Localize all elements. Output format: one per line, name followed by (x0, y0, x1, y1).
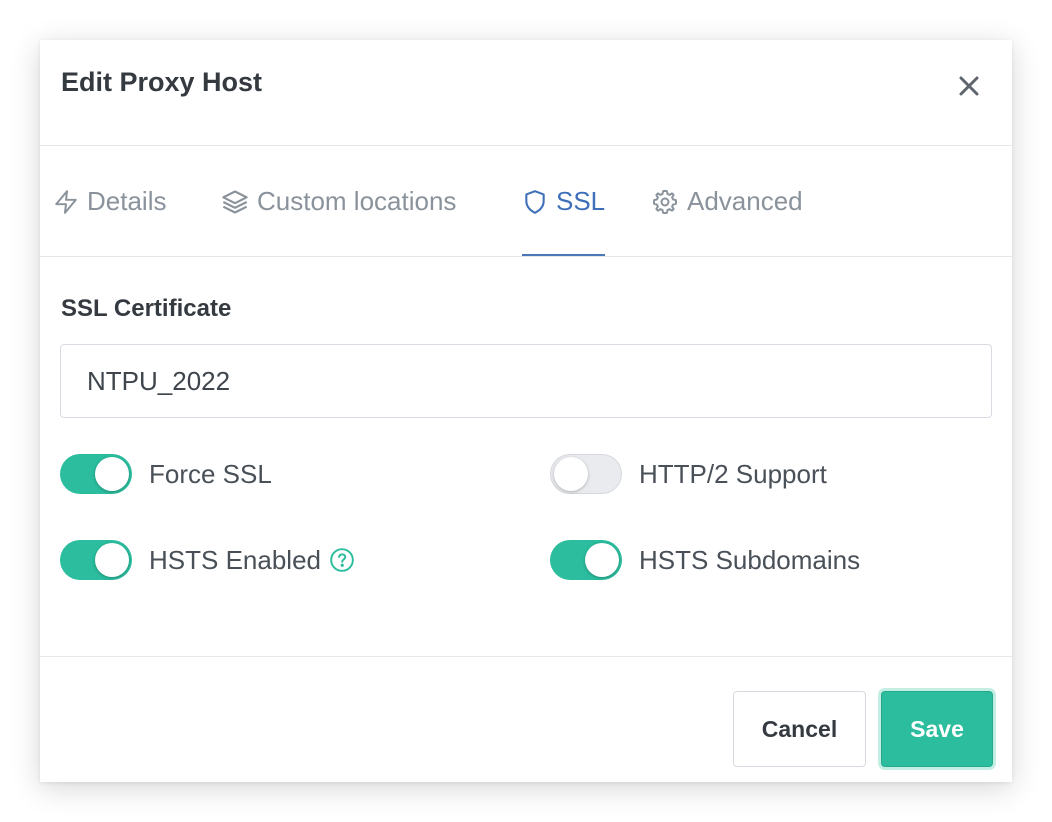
hsts-subdomains-switch[interactable] (550, 540, 622, 580)
close-button[interactable] (954, 71, 984, 101)
lightning-icon (55, 189, 77, 214)
switch-knob (95, 457, 129, 491)
http2-support-switch[interactable] (550, 454, 622, 494)
cancel-button[interactable]: Cancel (733, 691, 866, 767)
gear-icon (652, 189, 678, 214)
tab-advanced[interactable]: Advanced (651, 146, 803, 257)
tab-custom-locations[interactable]: Custom locations (221, 146, 456, 257)
active-tab-indicator (522, 254, 605, 256)
force-ssl-label: Force SSL (149, 458, 272, 489)
shield-icon (525, 189, 545, 214)
tab-custom-locations-label: Custom locations (257, 186, 457, 216)
hsts-enabled-switch[interactable] (60, 540, 132, 580)
hsts-enabled-toggle[interactable]: HSTS Enabled (60, 540, 355, 580)
tab-bar: Details Custom locations SSL Advanced (40, 146, 1012, 257)
force-ssl-toggle[interactable]: Force SSL (60, 454, 272, 494)
tab-ssl-label: SSL (556, 186, 606, 216)
force-ssl-switch[interactable] (60, 454, 132, 494)
hsts-enabled-label: HSTS Enabled (149, 544, 321, 575)
tab-ssl[interactable]: SSL (522, 146, 605, 257)
layers-icon (222, 189, 248, 214)
http2-support-toggle[interactable]: HTTP/2 Support (550, 454, 827, 494)
modal-footer: Cancel Save (40, 656, 1012, 782)
tab-details[interactable]: Details (53, 146, 166, 257)
ssl-certificate-input[interactable] (60, 344, 992, 418)
modal-title: Edit Proxy Host (61, 67, 263, 97)
hsts-subdomains-toggle[interactable]: HSTS Subdomains (550, 540, 860, 580)
close-icon (959, 76, 979, 96)
ssl-certificate-label: SSL Certificate (61, 295, 232, 322)
http2-support-label: HTTP/2 Support (639, 458, 827, 489)
hsts-subdomains-label: HSTS Subdomains (639, 544, 861, 575)
switch-knob (585, 543, 619, 577)
tab-details-label: Details (87, 186, 167, 216)
switch-knob (554, 457, 588, 491)
switch-knob (95, 543, 129, 577)
edit-proxy-host-modal: Edit Proxy Host Details Custom locations (40, 40, 1012, 782)
save-button[interactable]: Save (881, 691, 993, 767)
help-icon[interactable] (329, 547, 355, 573)
modal-header: Edit Proxy Host (40, 40, 1012, 146)
tab-advanced-label: Advanced (687, 186, 803, 216)
